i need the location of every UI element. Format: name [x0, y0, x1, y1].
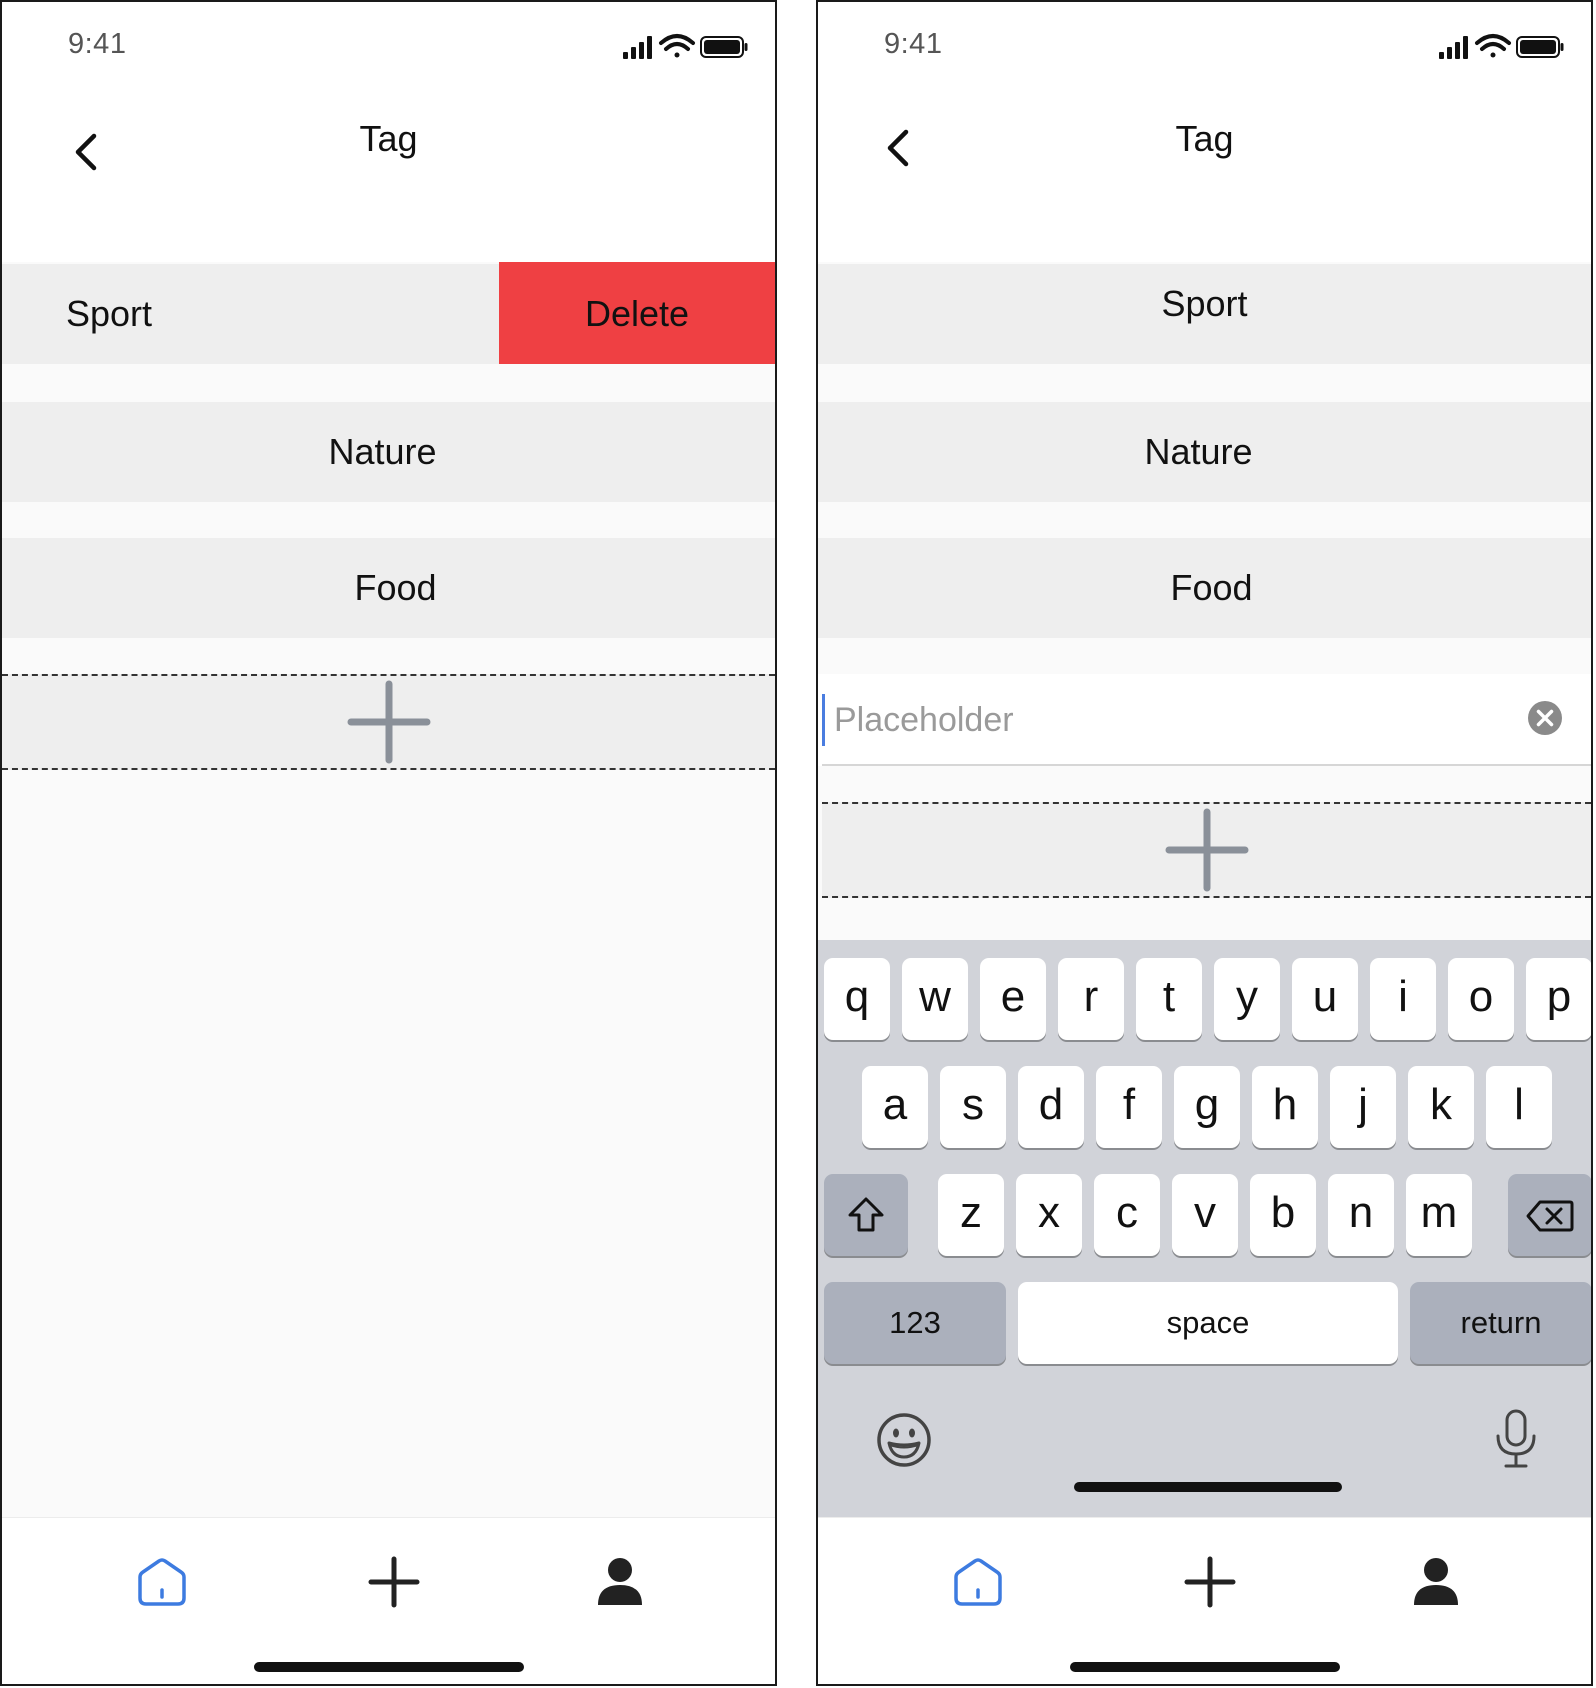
home-icon — [138, 1558, 186, 1606]
key-d[interactable]: d — [1018, 1066, 1084, 1148]
backspace-icon — [1526, 1200, 1574, 1232]
key-b[interactable]: b — [1250, 1174, 1316, 1256]
tab-home[interactable] — [122, 1542, 202, 1622]
home-icon — [954, 1558, 1002, 1606]
return-key[interactable]: return — [1410, 1282, 1591, 1364]
user-icon — [598, 1558, 642, 1605]
screen-swipe-delete: 9:41 Tag Sport Delete Nature Food — [0, 0, 777, 1686]
tag-label: Sport — [1161, 283, 1248, 324]
cellular-signal-icon — [1439, 36, 1468, 59]
plus-icon — [1165, 808, 1248, 892]
dictation-button[interactable] — [1494, 1408, 1538, 1470]
space-key[interactable]: space — [1018, 1282, 1398, 1364]
status-icons — [1439, 34, 1564, 59]
key-e[interactable]: e — [980, 958, 1046, 1040]
text-cursor — [822, 694, 825, 746]
key-v[interactable]: v — [1172, 1174, 1238, 1256]
key-o[interactable]: o — [1448, 958, 1514, 1040]
backspace-key[interactable] — [1508, 1174, 1591, 1256]
tab-add[interactable] — [354, 1542, 434, 1622]
home-indicator — [1070, 1662, 1340, 1672]
page-title: Tag — [359, 118, 418, 159]
key-l[interactable]: l — [1486, 1066, 1552, 1148]
key-t[interactable]: t — [1136, 958, 1202, 1040]
microphone-icon — [1496, 1409, 1536, 1468]
delete-button[interactable]: Delete — [499, 262, 775, 364]
tag-label: Sport — [66, 293, 153, 334]
tab-profile[interactable] — [580, 1542, 660, 1622]
tag-row-food[interactable]: Food — [818, 538, 1591, 638]
plus-icon — [1184, 1556, 1236, 1608]
tag-row-sport[interactable]: Sport — [818, 264, 1591, 364]
key-g[interactable]: g — [1174, 1066, 1240, 1148]
add-tag-button[interactable] — [822, 802, 1591, 898]
status-bar: 9:41 — [818, 2, 1591, 92]
tag-row-nature[interactable]: Nature — [818, 402, 1591, 502]
shift-icon — [848, 1197, 884, 1232]
status-time: 9:41 — [884, 28, 943, 60]
key-n[interactable]: n — [1328, 1174, 1394, 1256]
tab-profile[interactable] — [1396, 1542, 1476, 1622]
key-s[interactable]: s — [940, 1066, 1006, 1148]
add-tag-button[interactable] — [2, 674, 775, 770]
emoji-icon — [877, 1413, 931, 1467]
battery-icon — [1516, 36, 1564, 58]
key-k[interactable]: k — [1408, 1066, 1474, 1148]
tag-label: Food — [354, 567, 437, 608]
status-time: 9:41 — [68, 28, 127, 60]
tab-bar — [2, 1517, 775, 1684]
keyboard-home-indicator — [1074, 1482, 1342, 1492]
tab-bar — [818, 1517, 1591, 1684]
new-tag-input[interactable] — [832, 684, 1486, 756]
tag-label: Food — [1170, 567, 1253, 608]
key-j[interactable]: j — [1330, 1066, 1396, 1148]
user-icon — [1414, 1558, 1458, 1605]
tab-add[interactable] — [1170, 1542, 1250, 1622]
tag-label: Nature — [1144, 431, 1253, 472]
tag-label: Nature — [328, 431, 437, 472]
new-tag-field — [818, 674, 1591, 766]
input-underline — [822, 764, 1591, 766]
plus-icon — [347, 680, 430, 764]
tag-row-sport[interactable]: Sport Delete — [2, 262, 775, 364]
key-a[interactable]: a — [862, 1066, 928, 1148]
key-z[interactable]: z — [938, 1174, 1004, 1256]
battery-icon — [700, 36, 748, 58]
page-title: Tag — [1175, 118, 1234, 159]
key-q[interactable]: q — [824, 958, 890, 1040]
key-f[interactable]: f — [1096, 1066, 1162, 1148]
tag-row-nature[interactable]: Nature — [2, 402, 775, 502]
status-bar: 9:41 — [2, 2, 775, 92]
key-p[interactable]: p — [1526, 958, 1591, 1040]
tab-home[interactable] — [938, 1542, 1018, 1622]
key-x[interactable]: x — [1016, 1174, 1082, 1256]
key-c[interactable]: c — [1094, 1174, 1160, 1256]
key-m[interactable]: m — [1406, 1174, 1472, 1256]
home-indicator — [254, 1662, 524, 1672]
cellular-signal-icon — [623, 36, 652, 59]
clear-input-button[interactable] — [1527, 700, 1563, 736]
nav-bar: Tag — [818, 92, 1591, 262]
status-icons — [623, 34, 748, 59]
wifi-icon — [659, 34, 695, 58]
key-r[interactable]: r — [1058, 958, 1124, 1040]
key-i[interactable]: i — [1370, 958, 1436, 1040]
numbers-key[interactable]: 123 — [824, 1282, 1006, 1364]
tag-row-food[interactable]: Food — [2, 538, 775, 638]
screen-add-tag: 9:41 Tag Sport Nature Food Placeholder q… — [816, 0, 1593, 1686]
key-y[interactable]: y — [1214, 958, 1280, 1040]
key-u[interactable]: u — [1292, 958, 1358, 1040]
nav-bar: Tag — [2, 92, 775, 262]
key-w[interactable]: w — [902, 958, 968, 1040]
emoji-button[interactable] — [876, 1412, 932, 1468]
key-h[interactable]: h — [1252, 1066, 1318, 1148]
plus-icon — [368, 1556, 420, 1608]
wifi-icon — [1475, 34, 1511, 58]
keyboard: qwertyuiop asdfghjkl zxcvbnm 123 space r… — [818, 940, 1591, 1520]
shift-key[interactable] — [824, 1174, 908, 1256]
